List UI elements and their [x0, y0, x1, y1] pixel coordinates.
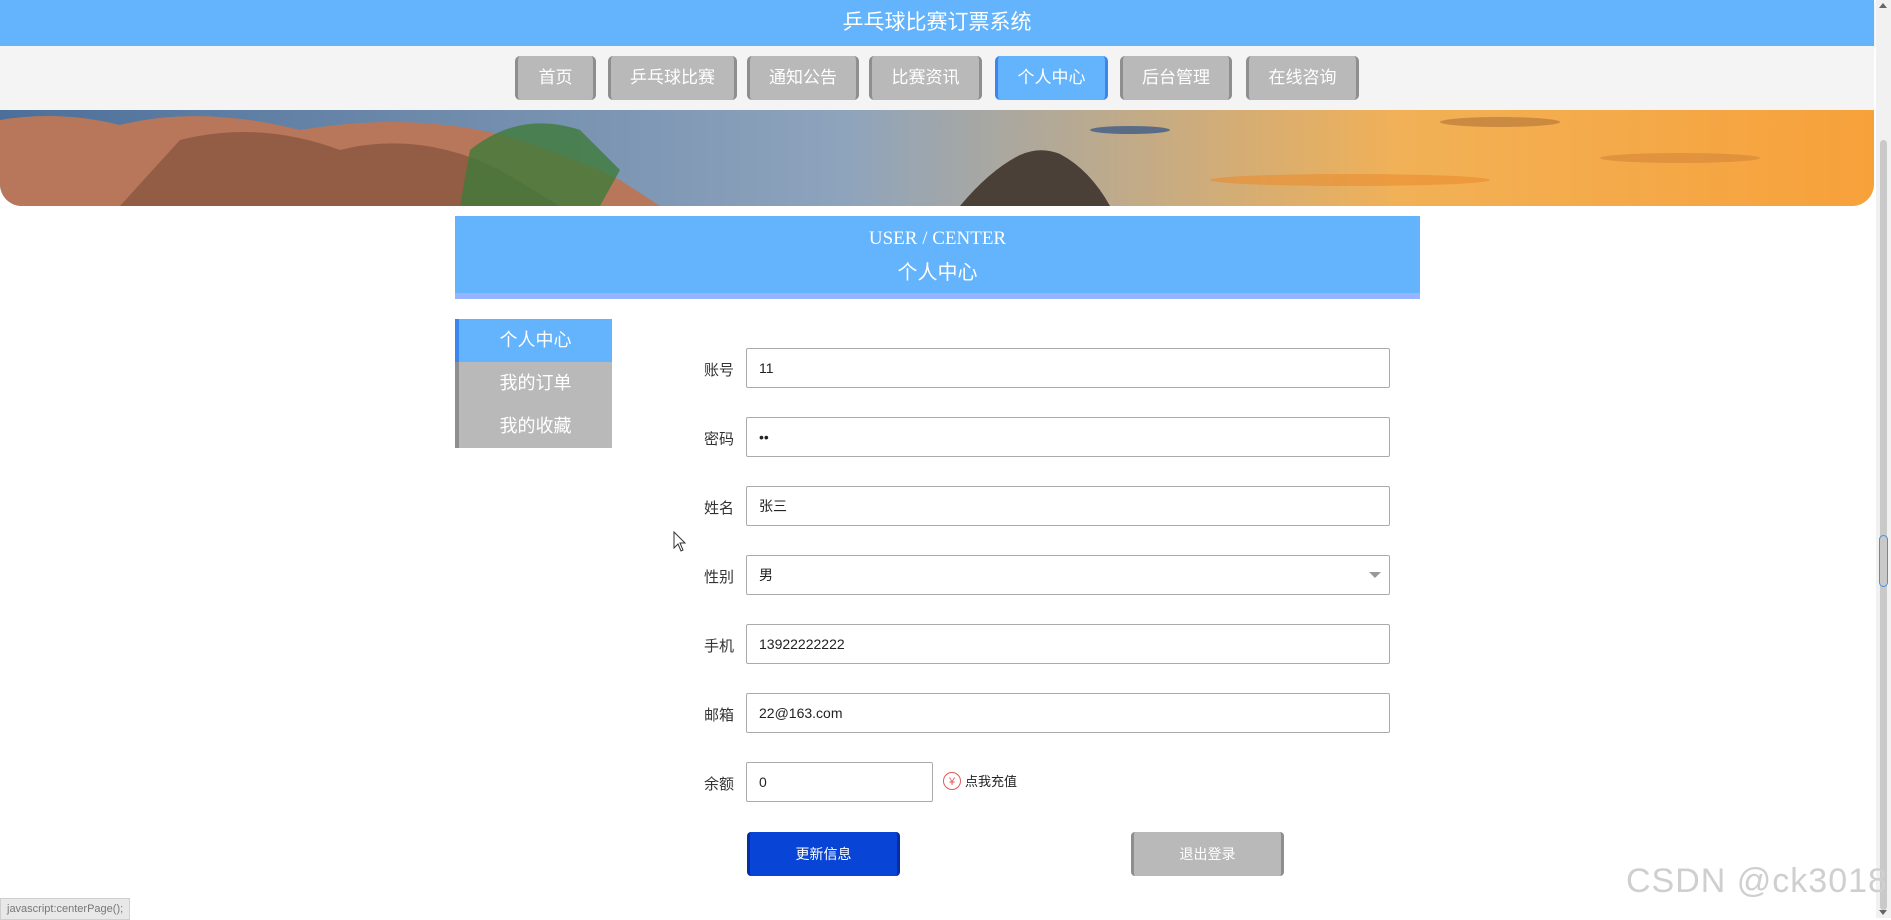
- page-header: USER / CENTER 个人中心: [455, 216, 1420, 299]
- page-title: 个人中心: [897, 262, 978, 284]
- sidebar-item-my-favorites[interactable]: 我的收藏: [455, 405, 612, 448]
- recharge-label: 点我充值: [965, 774, 1018, 789]
- nav-item-admin[interactable]: 后台管理: [1120, 56, 1232, 100]
- update-info-button[interactable]: 更新信息: [747, 832, 900, 876]
- scroll-position-marker: [1879, 535, 1888, 587]
- gender-label: 性别: [703, 569, 734, 586]
- password-field[interactable]: ••: [746, 417, 1390, 457]
- nav-item-notices[interactable]: 通知公告: [747, 56, 859, 100]
- email-label: 邮箱: [703, 707, 734, 724]
- nav-item-news[interactable]: 比赛资讯: [869, 56, 982, 100]
- vertical-scrollbar[interactable]: [1876, 0, 1891, 918]
- account-label: 账号: [703, 362, 734, 379]
- nav-item-home[interactable]: 首页: [515, 56, 596, 100]
- scroll-down-icon[interactable]: [1879, 910, 1887, 915]
- name-label: 姓名: [703, 500, 734, 517]
- app-title-bar: 乒乓球比赛订票系统: [0, 0, 1874, 46]
- yen-circle-icon: ¥: [943, 771, 961, 790]
- landscape-illustration: [0, 110, 1874, 206]
- recharge-link[interactable]: ¥ 点我充值: [943, 771, 1017, 790]
- logout-button[interactable]: 退出登录: [1131, 832, 1284, 876]
- main-nav: 首页 乒乓球比赛 通知公告 比赛资讯 个人中心 后台管理 在线咨询: [0, 46, 1874, 110]
- gender-select[interactable]: 男: [746, 555, 1390, 595]
- nav-item-consult[interactable]: 在线咨询: [1246, 56, 1359, 100]
- nav-item-user-center[interactable]: 个人中心: [995, 56, 1108, 100]
- phone-label: 手机: [703, 638, 734, 655]
- mouse-cursor-icon: [673, 531, 687, 552]
- account-field[interactable]: 11: [746, 348, 1390, 388]
- banner-image: [0, 110, 1874, 206]
- balance-label: 余额: [703, 776, 734, 793]
- status-bar: javascript:centerPage();: [0, 898, 131, 920]
- phone-field[interactable]: 13922222222: [746, 624, 1390, 664]
- gender-value: 男: [759, 567, 773, 583]
- scrollbar-thumb[interactable]: [1880, 140, 1887, 910]
- name-field[interactable]: 张三: [746, 486, 1390, 526]
- sidebar-item-user-center[interactable]: 个人中心: [455, 319, 612, 362]
- sidebar-item-my-orders[interactable]: 我的订单: [455, 362, 612, 405]
- nav-item-matches[interactable]: 乒乓球比赛: [608, 56, 737, 100]
- password-label: 密码: [703, 431, 734, 448]
- watermark: CSDN @ck3018: [1626, 862, 1888, 900]
- email-field[interactable]: 22@163.com: [746, 693, 1390, 733]
- chevron-down-icon: [1369, 572, 1381, 578]
- balance-field[interactable]: 0: [746, 762, 933, 802]
- scroll-up-icon[interactable]: [1879, 3, 1887, 8]
- page-title-en: USER / CENTER: [868, 228, 1007, 249]
- app-title: 乒乓球比赛订票系统: [842, 10, 1032, 34]
